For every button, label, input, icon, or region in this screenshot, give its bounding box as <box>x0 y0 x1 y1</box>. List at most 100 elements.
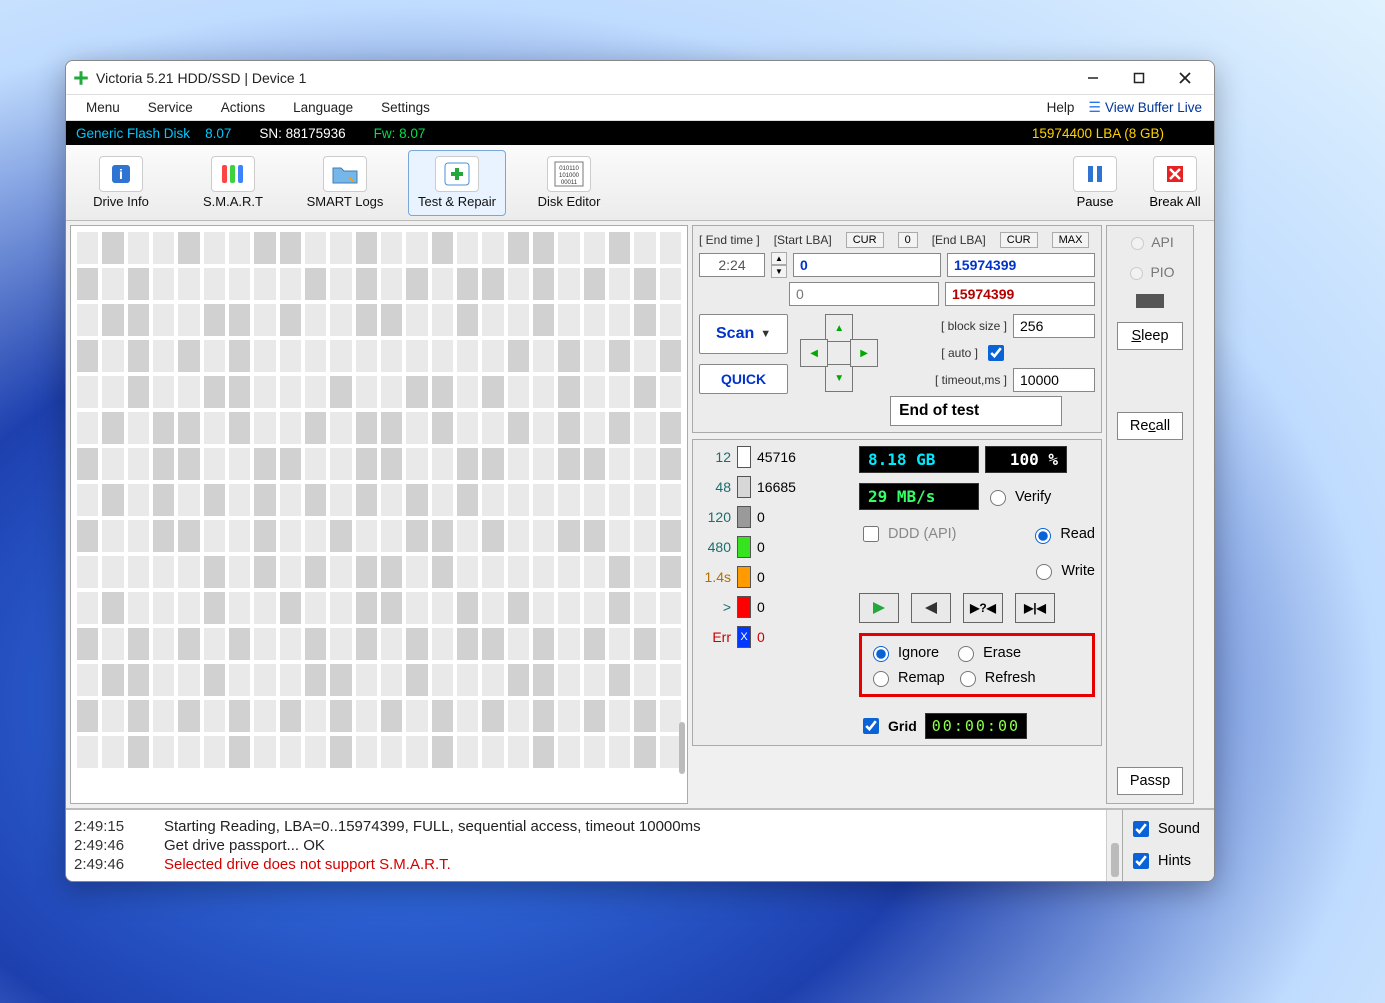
toolbar: i Drive Info S.M.A.R.T SMART Logs Test &… <box>66 145 1214 221</box>
recall-button[interactable]: Recall <box>1117 412 1183 440</box>
end-of-test-select[interactable]: End of test <box>890 396 1062 426</box>
minimize-button[interactable] <box>1070 62 1116 94</box>
hints-checkbox[interactable] <box>1133 853 1149 869</box>
percent-display: 100 % <box>985 446 1067 473</box>
stats-panel: 1245716 4816685 1200 4800 1.4s0 >0 ErrX0… <box>692 439 1102 746</box>
disk-editor-tab[interactable]: 01011010100000011 Disk Editor <box>520 150 618 216</box>
end-lba-input[interactable]: 15974399 <box>947 253 1095 277</box>
firmware-version: Fw: 8.07 <box>374 126 426 141</box>
scan-button[interactable]: Scan ▼ <box>699 314 788 354</box>
playback-controls: ▶?◀ ▶|◀ <box>859 593 1095 623</box>
view-buffer-link[interactable]: ☰View Buffer Live <box>1088 99 1208 116</box>
start-zero-button[interactable]: 0 <box>898 232 918 248</box>
bounds-button[interactable]: ▶|◀ <box>1015 593 1055 623</box>
list-icon: ☰ <box>1088 99 1101 116</box>
error-action-group: Ignore Erase Remap Refresh <box>859 633 1095 697</box>
svg-text:00011: 00011 <box>561 180 578 186</box>
read-radio[interactable] <box>1035 528 1051 544</box>
speed-display: 29 MB/s <box>859 483 979 510</box>
passp-button[interactable]: Passp <box>1117 767 1183 795</box>
log-scrollbar[interactable] <box>1106 810 1122 881</box>
maximize-button[interactable] <box>1116 62 1162 94</box>
menu-language[interactable]: Language <box>279 97 367 118</box>
test-repair-tab[interactable]: Test & Repair <box>408 150 506 216</box>
titlebar[interactable]: Victoria 5.21 HDD/SSD | Device 1 <box>66 61 1214 95</box>
menu-settings[interactable]: Settings <box>367 97 444 118</box>
sleep-button[interactable]: Sleep <box>1117 322 1183 350</box>
tubes-icon <box>211 156 255 192</box>
end-time-label: [ End time ] <box>699 233 760 247</box>
erase-radio[interactable] <box>958 646 974 662</box>
folder-icon <box>323 156 367 192</box>
start-lba-current: 0 <box>789 282 939 306</box>
write-radio[interactable] <box>1036 564 1052 580</box>
stat-count-48: 16685 <box>757 479 796 495</box>
nav-right[interactable]: ▶ <box>850 339 878 367</box>
log-area[interactable]: 2:49:15Starting Reading, LBA=0..15974399… <box>66 810 1106 881</box>
menu-service[interactable]: Service <box>134 97 207 118</box>
start-lba-input[interactable]: 0 <box>793 253 941 277</box>
pause-button[interactable]: Pause <box>1062 150 1128 216</box>
start-cur-button[interactable]: CUR <box>846 232 884 248</box>
end-time-value: 2:24 <box>699 253 765 277</box>
smart-logs-tab[interactable]: SMART Logs <box>296 150 394 216</box>
smart-tab[interactable]: S.M.A.R.T <box>184 150 282 216</box>
verify-radio[interactable] <box>990 490 1006 506</box>
menu-actions[interactable]: Actions <box>207 97 279 118</box>
menu-help[interactable]: Help <box>1033 97 1089 118</box>
timeout-select[interactable]: 10000 <box>1013 368 1095 392</box>
log-row: 2:49:15Starting Reading, LBA=0..15974399… <box>66 809 1214 881</box>
grid-scrollbar[interactable] <box>679 722 685 774</box>
ddd-checkbox[interactable] <box>863 526 879 542</box>
drive-info-tab[interactable]: i Drive Info <box>72 150 170 216</box>
random-button[interactable]: ▶?◀ <box>963 593 1003 623</box>
quick-button[interactable]: QUICK <box>699 364 788 394</box>
timer-display: 00:00:00 <box>925 713 1027 739</box>
size-display: 8.18 GB <box>859 446 979 473</box>
pause-icon <box>1073 156 1117 192</box>
time-spinner[interactable]: ▲▼ <box>771 252 787 278</box>
log-options: Sound Hints <box>1122 810 1214 881</box>
nav-down[interactable]: ▼ <box>825 364 853 392</box>
refresh-radio[interactable] <box>960 671 976 687</box>
stop-icon <box>1153 156 1197 192</box>
lba-panel: [ End time ] [Start LBA] CUR 0 [End LBA]… <box>692 225 1102 433</box>
menubar: Menu Service Actions Language Settings H… <box>66 95 1214 121</box>
info-icon: i <box>99 156 143 192</box>
repair-icon <box>435 156 479 192</box>
nav-diamond[interactable]: ▲ ▼ ◀ ▶ <box>800 314 878 392</box>
window-title: Victoria 5.21 HDD/SSD | Device 1 <box>96 70 1070 86</box>
ignore-radio[interactable] <box>873 646 889 662</box>
end-lba-current: 15974399 <box>945 282 1095 306</box>
control-column: [ End time ] [Start LBA] CUR 0 [End LBA]… <box>692 225 1102 804</box>
lba-size: 15974400 LBA (8 GB) <box>453 126 1204 141</box>
auto-checkbox[interactable] <box>988 345 1004 361</box>
nav-left[interactable]: ◀ <box>800 339 828 367</box>
device-info-bar: Generic Flash Disk 8.07 SN: 88175936 Fw:… <box>66 121 1214 145</box>
activity-indicator <box>1136 294 1164 308</box>
svg-text:i: i <box>119 166 123 182</box>
remap-radio[interactable] <box>873 671 889 687</box>
menu-menu[interactable]: Menu <box>72 97 134 118</box>
close-button[interactable] <box>1162 62 1208 94</box>
break-all-button[interactable]: Break All <box>1142 150 1208 216</box>
stat-count-12: 45716 <box>757 449 796 465</box>
end-lba-label: [End LBA] <box>932 233 986 247</box>
svg-text:101000: 101000 <box>559 173 580 179</box>
nav-up[interactable]: ▲ <box>825 314 853 342</box>
scan-grid[interactable] <box>70 225 688 804</box>
play-button[interactable] <box>859 593 899 623</box>
end-cur-button[interactable]: CUR <box>1000 232 1038 248</box>
prev-button[interactable] <box>911 593 951 623</box>
grid-checkbox[interactable] <box>863 718 879 734</box>
end-max-button[interactable]: MAX <box>1052 232 1090 248</box>
start-lba-label: [Start LBA] <box>774 233 832 247</box>
binary-icon: 01011010100000011 <box>547 156 591 192</box>
block-size-select[interactable]: 256 <box>1013 314 1095 338</box>
api-radio <box>1131 237 1144 250</box>
app-window: Victoria 5.21 HDD/SSD | Device 1 Menu Se… <box>65 60 1215 882</box>
right-sidebar: API PIO Sleep Recall Passp <box>1106 225 1194 804</box>
pio-radio <box>1130 267 1143 280</box>
serial-number: SN: 88175936 <box>259 126 345 141</box>
sound-checkbox[interactable] <box>1133 821 1149 837</box>
